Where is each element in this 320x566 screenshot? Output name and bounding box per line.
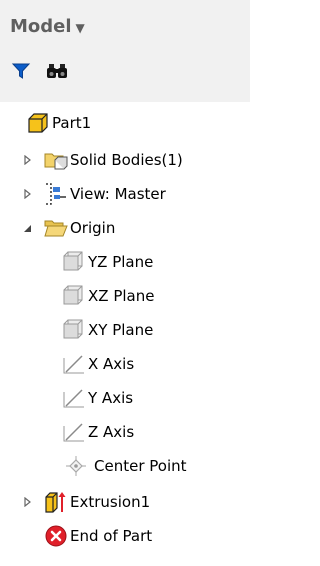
tree-node-part1[interactable]: Part1 (26, 108, 91, 138)
expand-arrow-icon[interactable] (20, 187, 34, 201)
expand-arrow-icon[interactable] (20, 495, 34, 509)
plane-icon (62, 318, 86, 342)
tree-node-label: YZ Plane (88, 253, 154, 271)
tree-node-z-axis[interactable]: Z Axis (62, 417, 134, 447)
end-of-part-icon (44, 524, 68, 548)
tree-node-label: Y Axis (88, 389, 134, 407)
extrusion-icon (44, 490, 68, 514)
axis-icon (62, 420, 86, 444)
model-dropdown[interactable]: Model ▼ (10, 16, 85, 37)
tree-node-end-of-part[interactable]: End of Part (44, 521, 152, 551)
filter-icon[interactable] (10, 60, 32, 82)
axis-icon (62, 386, 86, 410)
tree-node-origin[interactable]: Origin (44, 213, 115, 243)
folder-open-icon (44, 216, 68, 240)
browser-header: Model ▼ (0, 0, 250, 102)
tree-node-label: View: Master (70, 185, 166, 203)
tree-node-x-axis[interactable]: X Axis (62, 349, 134, 379)
tree-node-y-axis[interactable]: Y Axis (62, 383, 133, 413)
tree-node-label: XZ Plane (88, 287, 155, 305)
browser-toolbar (10, 60, 68, 82)
tree-node-label: XY Plane (88, 321, 154, 339)
center-point-icon (64, 454, 88, 478)
tree-node-center-point[interactable]: Center Point (64, 451, 187, 481)
tree-node-label: Center Point (94, 457, 187, 475)
collapse-arrow-icon[interactable] (20, 221, 34, 235)
tree-node-label: End of Part (70, 527, 153, 545)
panel-title: Model (10, 16, 72, 37)
tree-node-yz-plane[interactable]: YZ Plane (62, 247, 153, 277)
solid-bodies-folder-icon (44, 148, 68, 172)
tree-node-extrusion1[interactable]: Extrusion1 (44, 487, 150, 517)
tree-node-label: Part1 (52, 114, 92, 132)
part-icon (26, 111, 50, 135)
tree-node-label: Solid Bodies(1) (70, 151, 183, 169)
tree-node-xz-plane[interactable]: XZ Plane (62, 281, 154, 311)
tree-node-label: Z Axis (88, 423, 135, 441)
expand-arrow-icon[interactable] (20, 153, 34, 167)
axis-icon (62, 352, 86, 376)
tree-node-xy-plane[interactable]: XY Plane (62, 315, 153, 345)
plane-icon (62, 284, 86, 308)
tree-node-label: Extrusion1 (70, 493, 151, 511)
caret-down-icon: ▼ (75, 20, 85, 35)
view-rep-icon (44, 182, 68, 206)
plane-icon (62, 250, 86, 274)
tree-node-label: X Axis (88, 355, 135, 373)
tree-node-solid-bodies[interactable]: Solid Bodies(1) (44, 145, 183, 175)
binoculars-icon[interactable] (46, 60, 68, 82)
tree-node-view-master[interactable]: View: Master (44, 179, 166, 209)
tree-node-label: Origin (70, 219, 116, 237)
